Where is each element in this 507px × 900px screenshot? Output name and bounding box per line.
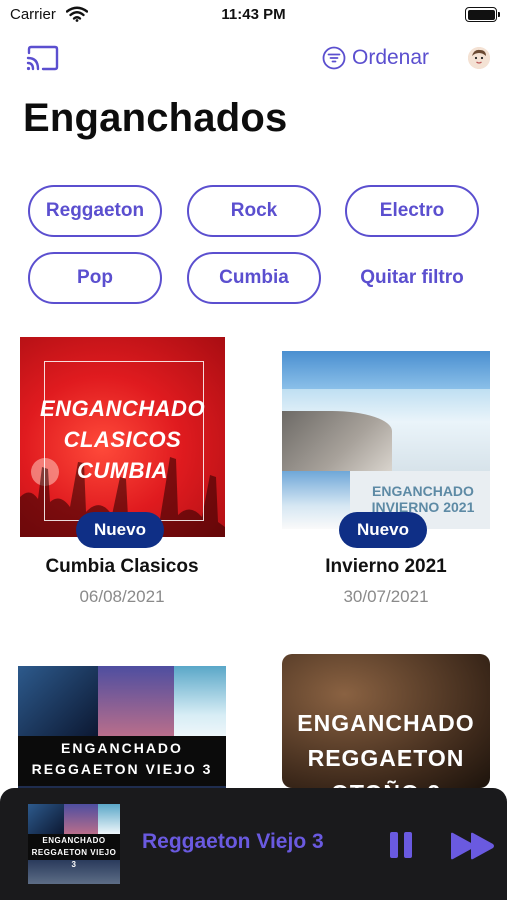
clock: 11:43 PM: [221, 6, 286, 23]
album-date: 06/08/2021: [79, 587, 165, 606]
cast-icon[interactable]: [25, 45, 59, 71]
album-date: 30/07/2021: [343, 587, 429, 606]
clear-filter-button[interactable]: Quitar filtro: [345, 252, 479, 304]
sort-label: Ordenar: [352, 46, 430, 69]
mini-player[interactable]: ENGANCHADO REGGAETON VIEJO 3 Reggaeton V…: [0, 788, 507, 900]
pause-icon[interactable]: [388, 830, 414, 860]
album-cover[interactable]: ENGANCHADO INVIERNO 2021: [282, 351, 490, 529]
cover-title: ENGANCHADO INVIERNO 2021: [371, 483, 475, 515]
cover-title: ENGANCHADO REGGAETON VIEJO 3: [31, 740, 213, 777]
album-cover[interactable]: ENGANCHADO REGGAETON OTOÑO 2: [282, 654, 490, 788]
filter-chip-pop[interactable]: Pop: [28, 252, 162, 304]
filter-lines-icon: [322, 46, 346, 70]
filter-chip-electro[interactable]: Electro: [345, 185, 479, 237]
new-badge: Nuevo: [76, 512, 164, 548]
memoji-icon: [468, 47, 490, 69]
album-cover[interactable]: ENGANCHADO CLASICOS CUMBIA: [20, 337, 225, 537]
filter-chip-reggaeton[interactable]: Reggaeton: [28, 185, 162, 237]
cover-title: ENGANCHADO CLASICOS CUMBIA: [39, 396, 206, 483]
page-title: Enganchados: [23, 96, 288, 140]
now-playing-title[interactable]: Reggaeton Viejo 3: [142, 830, 324, 854]
album-title: Invierno 2021: [325, 556, 447, 577]
album-title: Cumbia Clasicos: [45, 556, 199, 577]
filter-chip-rock[interactable]: Rock: [187, 185, 321, 237]
cover-title: ENGANCHADO REGGAETON OTOÑO 2: [297, 710, 475, 788]
new-badge: Nuevo: [339, 512, 427, 548]
snow-thumbnail-image: [282, 471, 350, 529]
sort-button[interactable]: Ordenar: [322, 44, 429, 72]
album-cover[interactable]: ENGANCHADO REGGAETON VIEJO 3: [18, 666, 226, 788]
now-playing-artwork[interactable]: ENGANCHADO REGGAETON VIEJO 3: [28, 804, 120, 884]
avatar[interactable]: [468, 47, 490, 69]
status-bar: Carrier 11:43 PM: [0, 0, 507, 32]
artwork-title: ENGANCHADO REGGAETON VIEJO 3: [31, 836, 117, 869]
battery-icon: [465, 7, 500, 22]
filter-chip-cumbia[interactable]: Cumbia: [187, 252, 321, 304]
fast-forward-icon[interactable]: [449, 832, 497, 860]
